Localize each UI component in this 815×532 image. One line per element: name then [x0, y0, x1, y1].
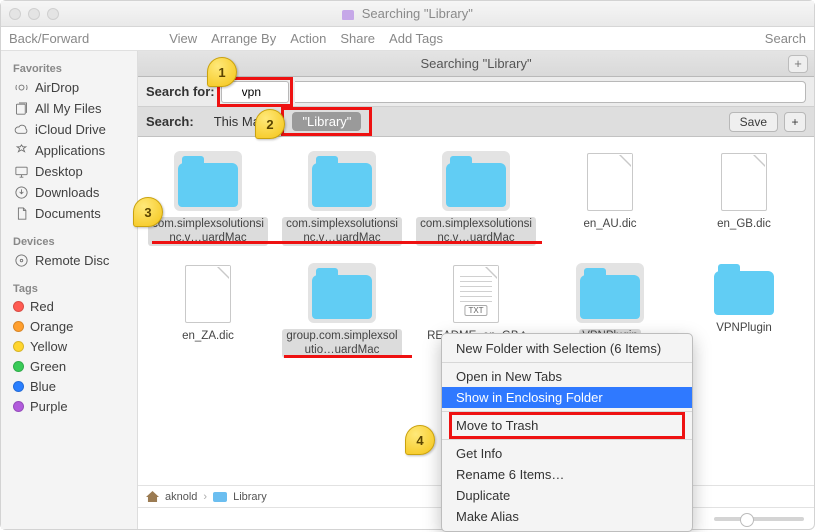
- airdrop-icon: [13, 79, 29, 95]
- search-for-row: Search for:: [138, 77, 814, 107]
- zoom-window-button[interactable]: [47, 8, 59, 20]
- sidebar-tag-orange[interactable]: Orange: [7, 317, 137, 337]
- sidebar-item-all-my-files[interactable]: All My Files: [7, 98, 137, 119]
- documents-icon: [13, 205, 29, 221]
- menu-view[interactable]: View: [169, 31, 197, 46]
- icon-size-slider[interactable]: [714, 517, 804, 521]
- path-segment-library[interactable]: Library: [233, 491, 267, 503]
- search-for-label: Search for:: [146, 84, 215, 99]
- applications-icon: [13, 142, 29, 158]
- menu-search[interactable]: Search: [765, 31, 806, 46]
- folder-icon: [580, 275, 640, 319]
- context-menu: New Folder with Selection (6 Items) Open…: [441, 333, 693, 532]
- sidebar-heading-tags: Tags: [7, 279, 137, 297]
- folder-icon: [312, 163, 372, 207]
- sidebar-heading-favorites: Favorites: [7, 59, 137, 77]
- folder-icon: [213, 492, 227, 502]
- downloads-icon: [13, 184, 29, 200]
- ctx-open-in-new-tabs[interactable]: Open in New Tabs: [442, 366, 692, 387]
- ctx-new-folder-with-selection[interactable]: New Folder with Selection (6 Items): [442, 338, 692, 359]
- annotation-badge-2: 2: [255, 109, 285, 139]
- annotation-badge-1: 1: [207, 57, 237, 87]
- annotation-badge-3: 3: [133, 197, 163, 227]
- ctx-duplicate[interactable]: Duplicate: [442, 485, 692, 506]
- traffic-lights: [9, 8, 59, 20]
- ctx-show-in-enclosing-folder[interactable]: Show in Enclosing Folder: [442, 387, 692, 408]
- annotation-underline: [284, 355, 412, 358]
- new-tab-button[interactable]: +: [788, 55, 808, 73]
- search-scope-label: Search:: [146, 114, 194, 129]
- tag-dot-icon: [13, 321, 24, 332]
- tag-dot-icon: [13, 381, 24, 392]
- sidebar-item-airdrop[interactable]: AirDrop: [7, 77, 137, 98]
- file-item-document[interactable]: en_ZA.dic: [144, 259, 272, 369]
- document-icon: [587, 153, 633, 211]
- search-scope-row: Search: This Mac "Library" Save +: [138, 107, 814, 137]
- toolbar: Back/Forward View Arrange By Action Shar…: [1, 27, 814, 51]
- tag-dot-icon: [13, 301, 24, 312]
- window-title: Searching "Library": [1, 6, 814, 21]
- cloud-icon: [13, 121, 29, 137]
- separator: [442, 439, 692, 440]
- sidebar-item-documents[interactable]: Documents: [7, 203, 137, 224]
- tag-dot-icon: [13, 341, 24, 352]
- sidebar-tag-yellow[interactable]: Yellow: [7, 337, 137, 357]
- add-criteria-button[interactable]: +: [784, 112, 806, 132]
- file-item-folder[interactable]: VPNPlugin: [680, 259, 808, 369]
- file-item-folder[interactable]: group.com.simplexsolutio…uardMac: [278, 259, 406, 369]
- sidebar-tag-blue[interactable]: Blue: [7, 377, 137, 397]
- file-item-document[interactable]: en_GB.dic: [680, 147, 808, 257]
- sidebar-item-downloads[interactable]: Downloads: [7, 182, 137, 203]
- desktop-icon: [13, 163, 29, 179]
- minimize-window-button[interactable]: [28, 8, 40, 20]
- sidebar-item-applications[interactable]: Applications: [7, 140, 137, 161]
- sidebar-item-remote-disc[interactable]: Remote Disc: [7, 250, 137, 271]
- tag-dot-icon: [13, 401, 24, 412]
- sidebar-item-icloud[interactable]: iCloud Drive: [7, 119, 137, 140]
- separator: [442, 411, 692, 412]
- sidebar: Favorites AirDrop All My Files iCloud Dr…: [1, 51, 138, 529]
- search-input-extension[interactable]: [295, 81, 806, 103]
- scope-library[interactable]: "Library": [292, 112, 361, 131]
- menu-action[interactable]: Action: [290, 31, 326, 46]
- menu-arrange-by[interactable]: Arrange By: [211, 31, 276, 46]
- tag-dot-icon: [13, 361, 24, 372]
- sidebar-heading-devices: Devices: [7, 232, 137, 250]
- sidebar-item-desktop[interactable]: Desktop: [7, 161, 137, 182]
- tab-active[interactable]: Searching "Library": [420, 56, 531, 71]
- folder-icon: [342, 10, 354, 20]
- menu-share[interactable]: Share: [340, 31, 375, 46]
- sidebar-tag-green[interactable]: Green: [7, 357, 137, 377]
- tab-bar: Searching "Library" +: [138, 51, 814, 77]
- close-window-button[interactable]: [9, 8, 21, 20]
- back-forward-button[interactable]: Back/Forward: [9, 31, 89, 46]
- folder-icon: [714, 271, 774, 315]
- sidebar-tag-purple[interactable]: Purple: [7, 397, 137, 417]
- document-icon: [185, 265, 231, 323]
- ctx-move-to-trash[interactable]: Move to Trash: [456, 418, 678, 433]
- ctx-rename[interactable]: Rename 6 Items…: [442, 464, 692, 485]
- folder-icon: [446, 163, 506, 207]
- path-segment-user[interactable]: aknold: [165, 491, 197, 503]
- ctx-make-alias[interactable]: Make Alias: [442, 506, 692, 527]
- annotation-underline: [152, 241, 542, 244]
- files-icon: [13, 100, 29, 116]
- folder-icon: [312, 275, 372, 319]
- ctx-get-info[interactable]: Get Info: [442, 443, 692, 464]
- document-icon: [721, 153, 767, 211]
- annotation-badge-4: 4: [405, 425, 435, 455]
- home-icon: [146, 491, 159, 502]
- sidebar-tag-red[interactable]: Red: [7, 297, 137, 317]
- folder-icon: [178, 163, 238, 207]
- chevron-right-icon: ›: [203, 491, 207, 503]
- separator: [442, 362, 692, 363]
- disc-icon: [13, 252, 29, 268]
- window-titlebar: Searching "Library": [1, 1, 814, 27]
- save-search-button[interactable]: Save: [729, 112, 778, 132]
- file-item-document[interactable]: en_AU.dic: [546, 147, 674, 257]
- document-icon: TXT: [453, 265, 499, 323]
- menu-add-tags[interactable]: Add Tags: [389, 31, 443, 46]
